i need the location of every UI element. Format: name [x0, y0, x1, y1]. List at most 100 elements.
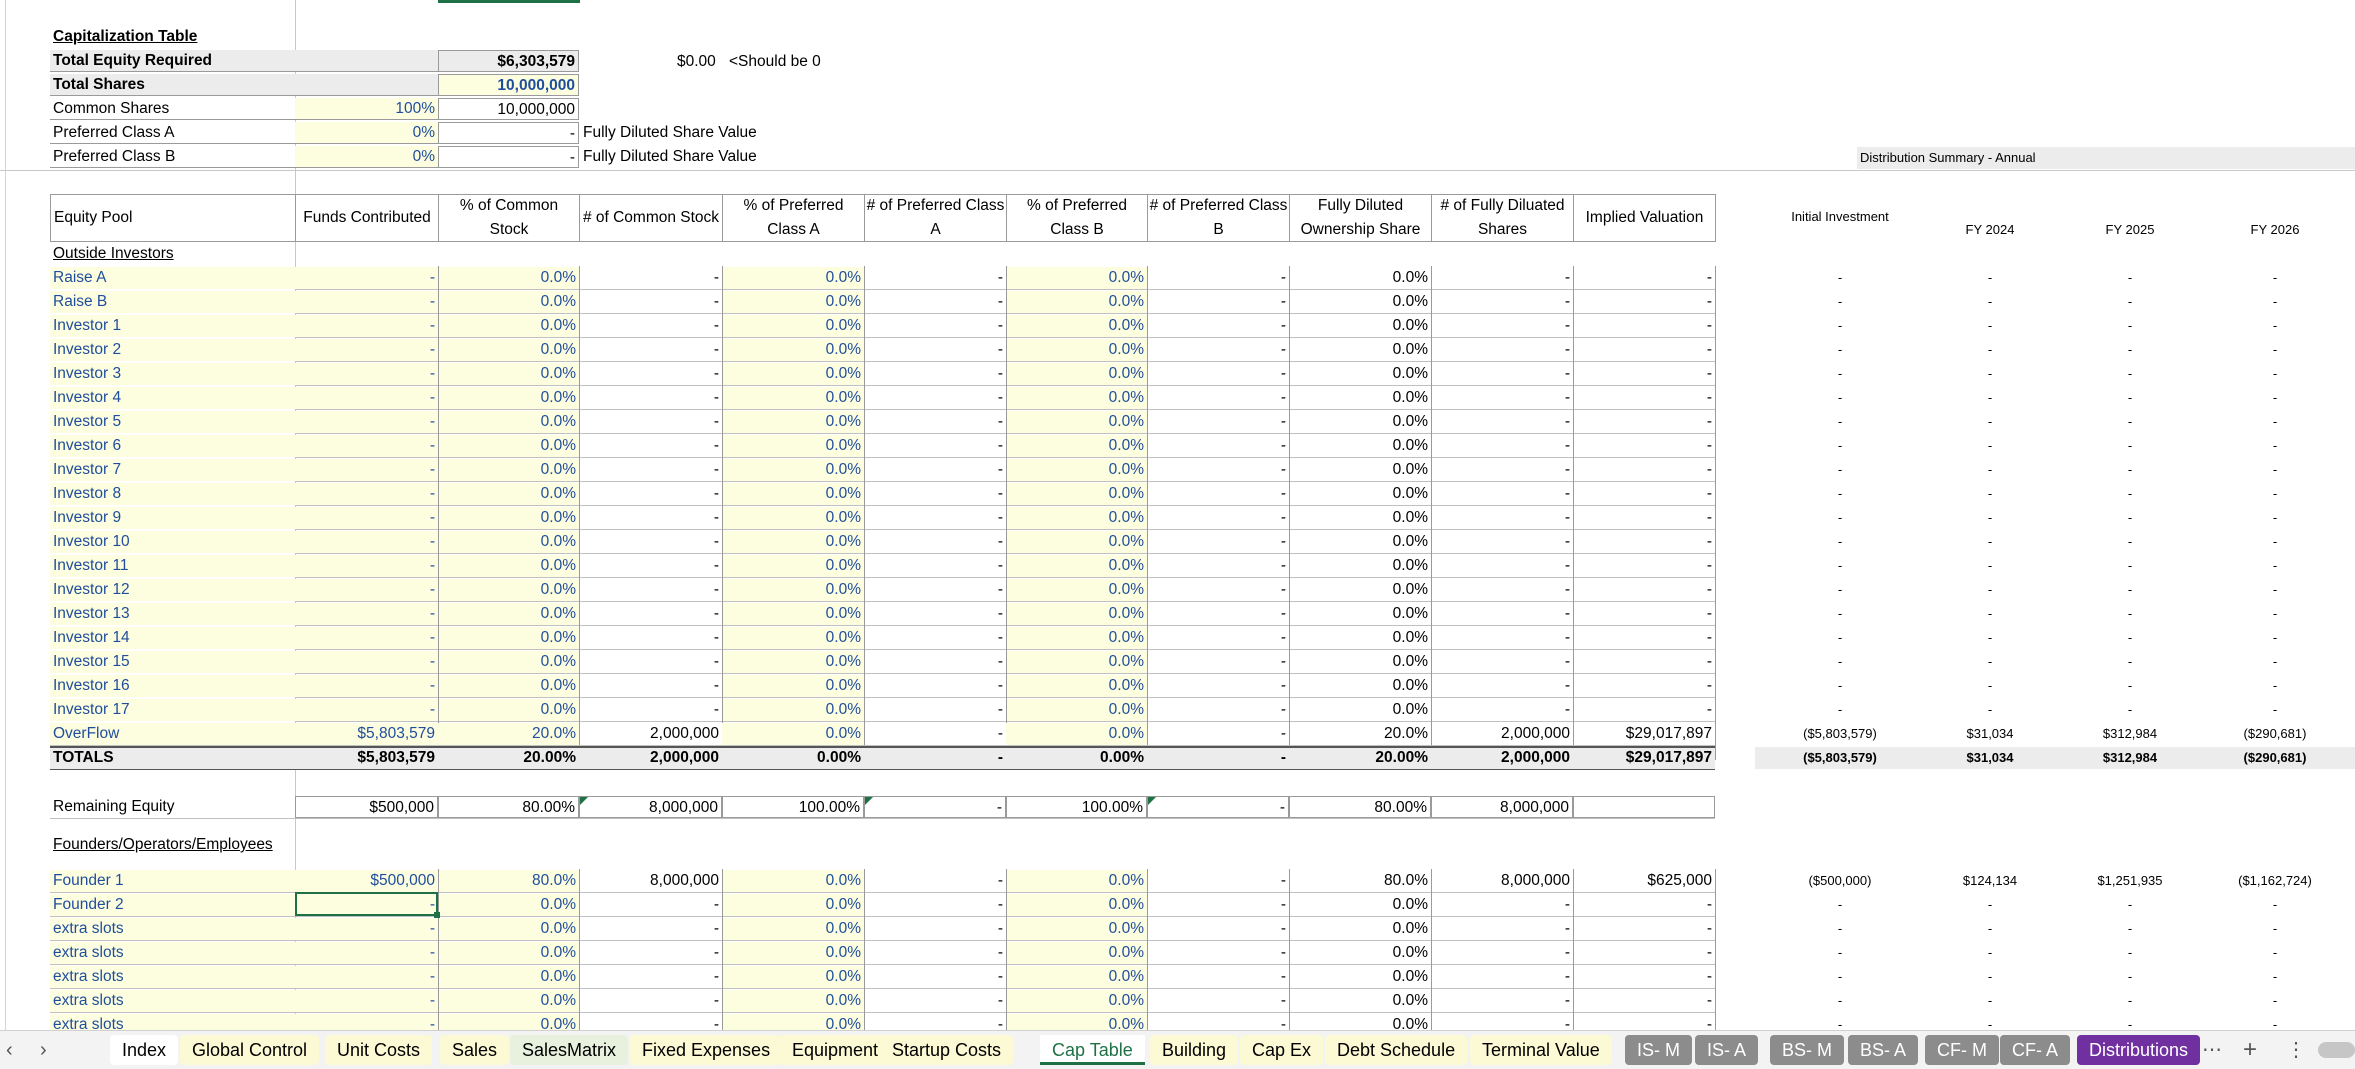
- table-cell[interactable]: 0.0%: [722, 675, 864, 697]
- investor-label[interactable]: Investor 15: [50, 651, 295, 673]
- summary-pct[interactable]: 0%: [295, 122, 438, 144]
- table-cell[interactable]: 0.0%: [438, 675, 579, 697]
- table-cell[interactable]: 0.0%: [438, 507, 579, 529]
- table-cell[interactable]: 0.0%: [1006, 603, 1147, 625]
- table-cell[interactable]: 0.0%: [1006, 627, 1147, 649]
- table-cell[interactable]: $5,803,579: [295, 723, 438, 745]
- tab-building[interactable]: Building: [1150, 1035, 1239, 1065]
- investor-label[interactable]: Investor 8: [50, 483, 295, 505]
- table-cell[interactable]: 0.0%: [438, 966, 579, 988]
- table-cell[interactable]: -: [295, 291, 438, 313]
- table-cell[interactable]: 0.0%: [1006, 363, 1147, 385]
- table-cell[interactable]: 0.0%: [722, 579, 864, 601]
- table-cell[interactable]: 0.0%: [438, 531, 579, 553]
- table-cell[interactable]: 0.0%: [438, 627, 579, 649]
- table-cell[interactable]: 0.0%: [722, 627, 864, 649]
- investor-label[interactable]: Investor 11: [50, 555, 295, 577]
- investor-label[interactable]: Investor 2: [50, 339, 295, 361]
- table-cell[interactable]: 80.0%: [438, 870, 579, 892]
- table-cell[interactable]: 0.0%: [722, 555, 864, 577]
- investor-label[interactable]: Investor 10: [50, 531, 295, 553]
- investor-label[interactable]: Investor 14: [50, 627, 295, 649]
- tab-bs-m[interactable]: BS- M: [1770, 1035, 1845, 1065]
- spreadsheet-grid[interactable]: Capitalization Table Total Equity Requir…: [0, 0, 2355, 1030]
- tab-bs-a[interactable]: BS- A: [1848, 1035, 1919, 1065]
- table-cell[interactable]: 0.0%: [438, 942, 579, 964]
- table-cell[interactable]: -: [295, 387, 438, 409]
- table-cell[interactable]: 0.0%: [1006, 339, 1147, 361]
- table-cell[interactable]: -: [295, 699, 438, 721]
- table-cell[interactable]: 0.0%: [1006, 918, 1147, 940]
- table-cell[interactable]: 0.0%: [722, 966, 864, 988]
- table-cell[interactable]: 0.0%: [1006, 555, 1147, 577]
- table-cell[interactable]: 0.0%: [1006, 459, 1147, 481]
- table-cell[interactable]: 0.0%: [438, 315, 579, 337]
- selected-cell[interactable]: [295, 892, 438, 916]
- table-cell[interactable]: 0.0%: [1006, 942, 1147, 964]
- table-cell[interactable]: 0.0%: [722, 387, 864, 409]
- investor-label[interactable]: Raise B: [50, 291, 295, 313]
- investor-label[interactable]: Investor 1: [50, 315, 295, 337]
- table-cell[interactable]: -: [295, 603, 438, 625]
- table-cell[interactable]: 0.0%: [438, 1014, 579, 1030]
- investor-label[interactable]: Investor 3: [50, 363, 295, 385]
- table-cell[interactable]: 0.0%: [438, 267, 579, 289]
- investor-label[interactable]: Investor 12: [50, 579, 295, 601]
- investor-label[interactable]: Raise A: [50, 267, 295, 289]
- table-cell[interactable]: 0.0%: [722, 1014, 864, 1030]
- table-cell[interactable]: -: [295, 627, 438, 649]
- table-cell[interactable]: -: [295, 435, 438, 457]
- table-cell[interactable]: -: [295, 555, 438, 577]
- table-cell[interactable]: 0.0%: [438, 387, 579, 409]
- table-cell[interactable]: -: [295, 459, 438, 481]
- tab-equipment[interactable]: Equipment: [780, 1035, 891, 1065]
- add-sheet-button[interactable]: +: [2243, 1035, 2257, 1065]
- table-cell[interactable]: 0.0%: [722, 942, 864, 964]
- table-cell[interactable]: 0.0%: [438, 363, 579, 385]
- fill-handle[interactable]: [434, 912, 440, 918]
- table-cell[interactable]: $500,000: [295, 870, 438, 892]
- table-cell[interactable]: -: [295, 918, 438, 940]
- table-cell[interactable]: 0.0%: [1006, 435, 1147, 457]
- table-cell[interactable]: 0.0%: [722, 723, 864, 745]
- table-cell[interactable]: -: [295, 966, 438, 988]
- investor-label[interactable]: Investor 13: [50, 603, 295, 625]
- table-cell[interactable]: 0.0%: [438, 459, 579, 481]
- table-cell[interactable]: 0.0%: [438, 918, 579, 940]
- table-cell[interactable]: -: [295, 411, 438, 433]
- tab-is-a[interactable]: IS- A: [1695, 1035, 1759, 1065]
- table-cell[interactable]: 0.0%: [722, 531, 864, 553]
- table-cell[interactable]: 0.0%: [1006, 483, 1147, 505]
- table-cell[interactable]: 0.0%: [1006, 870, 1147, 892]
- table-cell[interactable]: 0.0%: [1006, 531, 1147, 553]
- table-cell[interactable]: 0.0%: [722, 918, 864, 940]
- table-cell[interactable]: 0.0%: [1006, 507, 1147, 529]
- table-cell[interactable]: 0.0%: [438, 483, 579, 505]
- table-cell[interactable]: 0.0%: [1006, 267, 1147, 289]
- table-cell[interactable]: 0.0%: [1006, 723, 1147, 745]
- tab-fixed-expenses[interactable]: Fixed Expenses: [630, 1035, 783, 1065]
- table-cell[interactable]: 0.0%: [438, 291, 579, 313]
- investor-label[interactable]: Investor 9: [50, 507, 295, 529]
- investor-label[interactable]: Investor 16: [50, 675, 295, 697]
- table-cell[interactable]: 0.0%: [722, 651, 864, 673]
- summary-pct[interactable]: 100%: [295, 98, 438, 120]
- table-cell[interactable]: -: [295, 339, 438, 361]
- summary-pct[interactable]: 0%: [295, 146, 438, 168]
- table-cell[interactable]: -: [295, 990, 438, 1012]
- table-cell[interactable]: 0.0%: [1006, 675, 1147, 697]
- table-cell[interactable]: -: [295, 531, 438, 553]
- table-cell[interactable]: 0.0%: [438, 411, 579, 433]
- table-cell[interactable]: 0.0%: [438, 435, 579, 457]
- table-cell[interactable]: 0.0%: [722, 483, 864, 505]
- table-cell[interactable]: 0.0%: [1006, 699, 1147, 721]
- table-cell[interactable]: 0.0%: [1006, 291, 1147, 313]
- table-cell[interactable]: 0.0%: [722, 315, 864, 337]
- table-cell[interactable]: 0.0%: [722, 435, 864, 457]
- tab-salesmatrix[interactable]: SalesMatrix: [510, 1035, 629, 1065]
- table-cell[interactable]: 0.0%: [1006, 990, 1147, 1012]
- tab-unit-costs[interactable]: Unit Costs: [325, 1035, 433, 1065]
- table-cell[interactable]: 0.0%: [1006, 966, 1147, 988]
- table-cell[interactable]: -: [295, 483, 438, 505]
- table-cell[interactable]: -: [295, 363, 438, 385]
